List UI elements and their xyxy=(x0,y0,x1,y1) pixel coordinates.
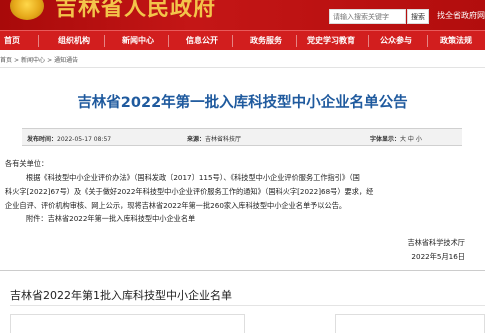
breadcrumb: 首页 > 新闻中心 > 通知通告 xyxy=(0,55,80,64)
nav-divider xyxy=(38,35,39,47)
signature: 吉林省科学技术厅 xyxy=(407,238,465,247)
source-label: 来源： xyxy=(187,136,206,143)
breadcrumb-notices[interactable]: 通知通告 xyxy=(54,57,78,64)
source-value: 吉林省科技厅 xyxy=(205,136,242,143)
search-input[interactable] xyxy=(329,9,406,24)
nav-item-public-participation[interactable]: 公众参与 xyxy=(380,31,412,50)
nav-item-news-center[interactable]: 新闻中心 xyxy=(122,31,154,50)
article-meta-bar: 发布时间：2022-05-17 08:57 来源：吉林省科技厅 字体显示：大 中… xyxy=(22,128,462,146)
nav-divider xyxy=(232,35,233,47)
font-size-label: 字体显示： xyxy=(370,136,401,143)
divider xyxy=(0,67,485,68)
nav-item-home[interactable]: 首页 xyxy=(4,31,20,50)
attachment-table-cell xyxy=(335,314,485,333)
attachment-link[interactable]: 附件：吉林省2022年第一批入库科技型中小企业名单 xyxy=(26,214,485,224)
paragraph-line: 企业自评、评价机构审核、网上公示，现将吉林省2022年第一批260家入库科技型中… xyxy=(5,201,347,210)
national-emblem-icon xyxy=(10,0,44,20)
nav-divider xyxy=(368,35,369,47)
nav-item-organization[interactable]: 组织机构 xyxy=(58,31,90,50)
find-gov-sites-link[interactable]: 找全省政府网站 xyxy=(437,10,485,21)
nav-item-gov-services[interactable]: 政务服务 xyxy=(250,31,282,50)
attachment-section-title: 吉林省2022年第1批入库科技型中小企业名单 xyxy=(10,289,232,302)
site-header: 吉林省人民政府 搜索 找全省政府网站 xyxy=(0,0,485,30)
main-nav: 首页 组织机构 新闻中心 信息公开 政务服务 党史学习教育 公众参与 政策法规 xyxy=(0,30,485,50)
breadcrumb-news-center[interactable]: 新闻中心 xyxy=(21,57,45,64)
site-title[interactable]: 吉林省人民政府 xyxy=(55,0,216,22)
publish-date-label: 发布时间： xyxy=(27,136,58,143)
breadcrumb-separator: > xyxy=(47,57,53,64)
breadcrumb-home[interactable]: 首页 xyxy=(0,57,12,64)
nav-divider xyxy=(104,35,105,47)
salutation: 各有关单位： xyxy=(5,159,49,168)
divider xyxy=(10,305,485,306)
search-button[interactable]: 搜索 xyxy=(407,9,429,24)
breadcrumb-separator: > xyxy=(14,57,20,64)
attachment-table-cell xyxy=(10,314,245,333)
nav-divider xyxy=(427,35,428,47)
paragraph-line: 科火字[2022]67号）及《关于做好2022年科技型中小企业评价服务工作的通知… xyxy=(5,187,374,196)
nav-item-info-disclosure[interactable]: 信息公开 xyxy=(186,31,218,50)
publish-date: 2022-05-17 08:57 xyxy=(57,136,112,143)
nav-item-party-history[interactable]: 党史学习教育 xyxy=(307,31,355,50)
nav-item-policies[interactable]: 政策法规 xyxy=(440,31,472,50)
article-title: 吉林省2022年第一批入库科技型中小企业名单公告 xyxy=(77,95,408,111)
nav-divider xyxy=(168,35,169,47)
paragraph-line: 根据《科技型中小企业评价办法》（国科发政〔2017〕115号）、《科技型中小企业… xyxy=(26,173,360,182)
signature-date: 2022年5月16日 xyxy=(411,252,465,261)
nav-divider xyxy=(296,35,297,47)
font-size-options[interactable]: 大 中 小 xyxy=(400,136,422,143)
